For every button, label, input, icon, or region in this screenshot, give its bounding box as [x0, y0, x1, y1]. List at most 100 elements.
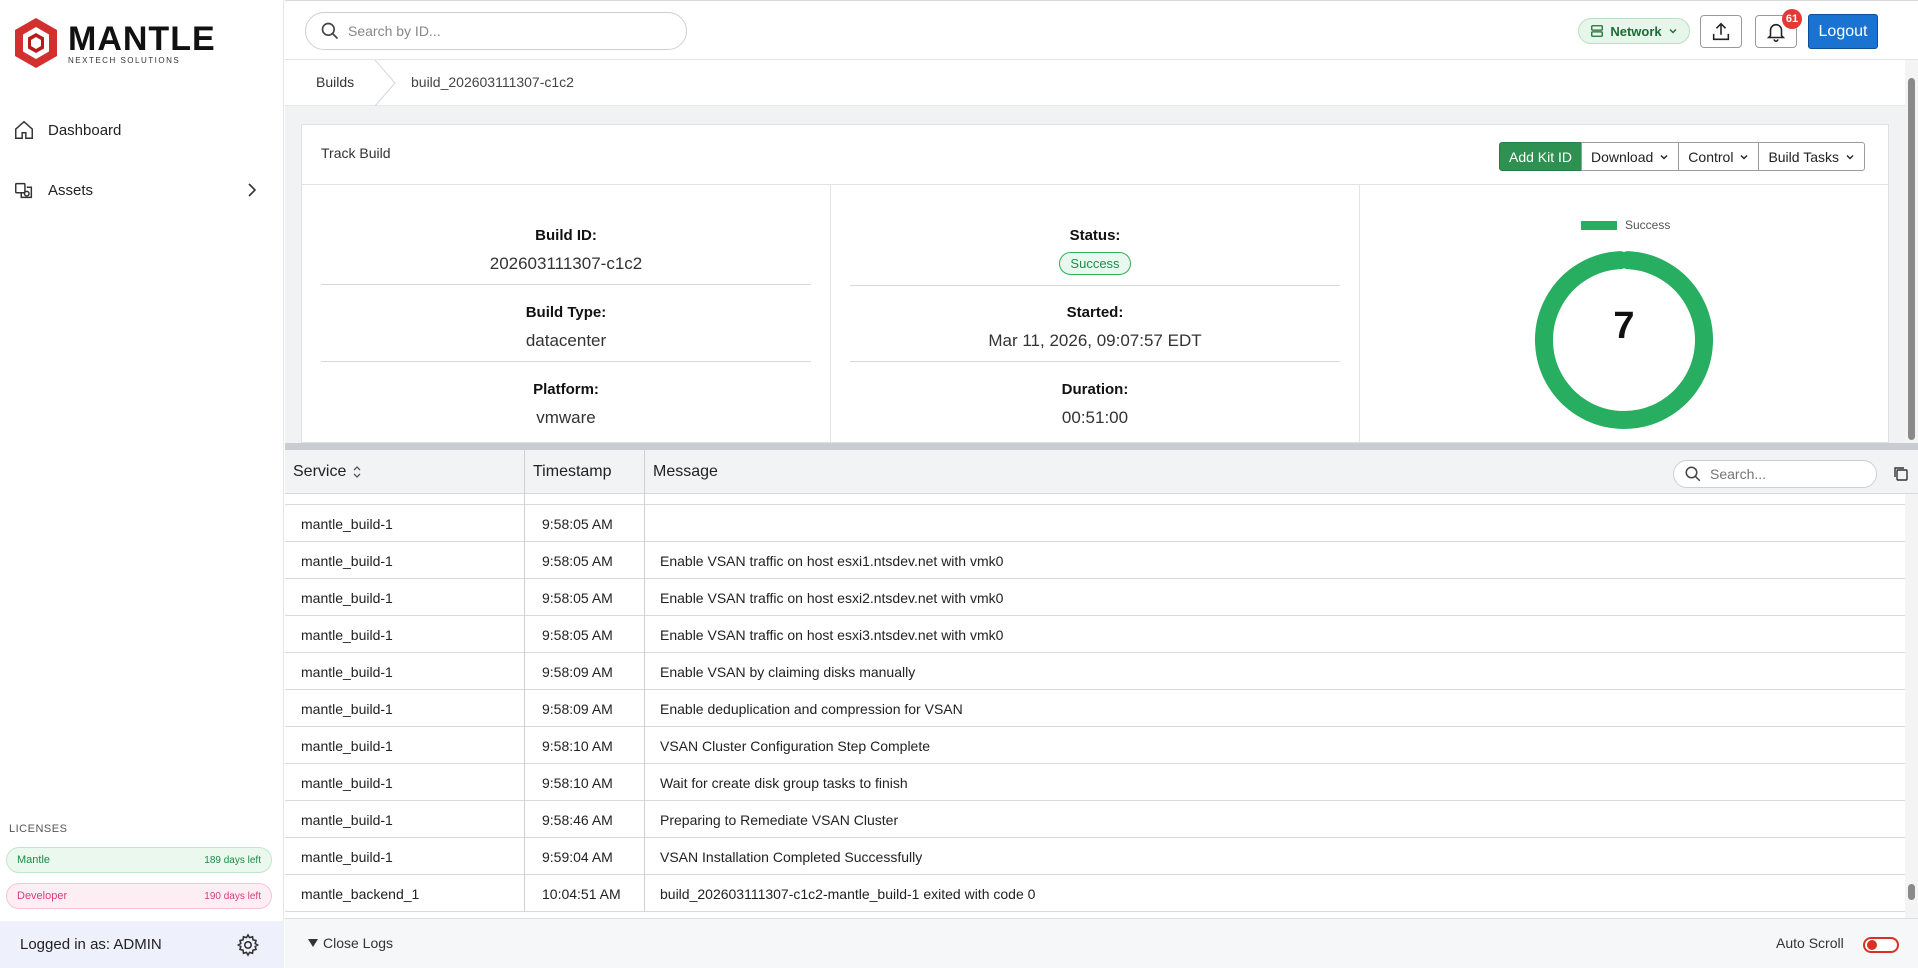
cell-timestamp: [525, 494, 645, 505]
action-button-group: Add Kit ID Download Control Build Tasks: [1499, 142, 1865, 171]
sidebar: MANTLE NEXTECH SOLUTIONS Dashboard Asset…: [0, 0, 284, 968]
status-column: Status: Success Started: Mar 11, 2026, 0…: [831, 185, 1360, 444]
control-label: Control: [1688, 148, 1734, 165]
build-type-value: datacenter: [525, 331, 607, 350]
scrollbar-thumb[interactable]: [1908, 78, 1915, 440]
chevron-down-icon: [1740, 154, 1748, 159]
licenses-heading: LICENSES: [9, 823, 68, 835]
cell-timestamp: 9:59:04 AM: [525, 838, 645, 875]
track-build-card: Track Build Add Kit ID Download Control …: [301, 124, 1889, 444]
cell-timestamp: 10:04:51 AM: [525, 875, 645, 912]
search-icon: [321, 22, 339, 40]
logout-button[interactable]: Logout: [1808, 14, 1878, 49]
download-label: Download: [1591, 148, 1654, 165]
chevron-down-icon: [1846, 154, 1854, 159]
cell-timestamp: 9:58:05 AM: [525, 579, 645, 616]
logs-footer: Close Logs Auto Scroll: [285, 918, 1918, 968]
table-row: mantle_build-1 9:58:05 AM Enable VSAN traf…: [285, 542, 1905, 579]
divider: [321, 361, 811, 362]
task-chart-column: Success 7: [1360, 185, 1888, 444]
sort-icon: [353, 466, 361, 478]
license-days: 189 days left: [204, 854, 261, 866]
search-box[interactable]: [305, 12, 687, 50]
chevron-right-icon[interactable]: [242, 180, 262, 200]
autoscroll-label: Auto Scroll: [1776, 935, 1844, 951]
column-header-timestamp[interactable]: Timestamp: [525, 450, 645, 494]
cell-service: mantle_build-1: [285, 653, 525, 690]
cell-service: mantle_build-1: [285, 764, 525, 801]
started-value: Mar 11, 2026, 09:07:57 EDT: [988, 331, 1202, 350]
sidebar-item-assets[interactable]: Assets: [12, 170, 270, 210]
build-tasks-dropdown[interactable]: Build Tasks: [1758, 142, 1865, 171]
notification-count-badge: 61: [1782, 9, 1802, 29]
duration-value: 00:51:00: [1061, 408, 1129, 427]
cell-message: Enable VSAN traffic on host esxi3.ntsdev…: [660, 626, 1004, 643]
cell-service: mantle_build-1: [285, 616, 525, 653]
control-dropdown[interactable]: Control: [1678, 142, 1760, 171]
logs-table-body[interactable]: mantle_build-1 9:58:05 AM mantle_build-1 9:…: [285, 494, 1905, 918]
sidebar-item-dashboard[interactable]: Dashboard: [12, 110, 270, 150]
cell-service: mantle_build-1: [285, 579, 525, 616]
assets-icon: [12, 178, 36, 202]
started-label: Started:: [1066, 304, 1124, 321]
server-icon: [1591, 25, 1604, 37]
copy-icon[interactable]: [1892, 465, 1910, 483]
close-logs-button[interactable]: Close Logs: [307, 935, 393, 951]
cell-service: mantle_build-1: [285, 838, 525, 875]
status-badge: Success: [1059, 252, 1131, 275]
gear-icon[interactable]: [236, 933, 260, 957]
build-tasks-label: Build Tasks: [1768, 148, 1839, 165]
license-badge-mantle: Mantle 189 days left: [6, 847, 272, 873]
cell-timestamp: 9:58:46 AM: [525, 801, 645, 838]
download-dropdown[interactable]: Download: [1581, 142, 1680, 171]
cell-service: [285, 494, 525, 505]
column-header-label: Message: [653, 463, 718, 480]
duration-field: Duration: 00:51:00: [850, 381, 1340, 428]
mantle-logo-icon: [15, 18, 57, 68]
toggle-knob: [1867, 940, 1877, 950]
cell-message: build_202603111307-c1c2-mantle_build-1 e…: [660, 885, 1036, 902]
autoscroll-toggle[interactable]: [1863, 937, 1899, 953]
upload-button[interactable]: [1700, 15, 1742, 48]
log-search-box[interactable]: [1673, 460, 1877, 488]
chevron-down-icon: [1660, 154, 1668, 159]
page-scrollbar[interactable]: [1905, 60, 1918, 443]
top-bar: Network 61 Logout: [285, 0, 1918, 60]
add-kit-id-button[interactable]: Add Kit ID: [1499, 142, 1583, 171]
cell-message: Enable VSAN by claiming disks manually: [660, 663, 916, 680]
cell-timestamp: 9:58:05 AM: [525, 542, 645, 579]
network-button[interactable]: Network: [1578, 18, 1690, 44]
cell-timestamp: 9:58:10 AM: [525, 727, 645, 764]
logs-resize-handle[interactable]: [285, 443, 1918, 450]
table-row: mantle_build-1 9:58:46 AM Preparing to Rem…: [285, 801, 1905, 838]
sidebar-item-label: Assets: [48, 181, 94, 199]
column-header-message[interactable]: Message: [645, 450, 1545, 494]
divider: [850, 285, 1340, 286]
logs-scrollbar[interactable]: [1905, 494, 1918, 918]
breadcrumb-builds-link[interactable]: Builds: [316, 74, 354, 90]
divider: [321, 284, 811, 285]
breadcrumb-separator-icon: [374, 60, 396, 106]
scrollbar-thumb[interactable]: [1908, 884, 1915, 900]
status-field: Status: Success: [850, 227, 1340, 286]
cell-message: VSAN Cluster Configuration Step Complete: [660, 737, 931, 754]
cell-message: Preparing to Remediate VSAN Cluster: [660, 811, 899, 828]
license-days: 190 days left: [204, 890, 261, 902]
column-header-service[interactable]: Service: [285, 450, 525, 494]
cell-message: [645, 494, 1905, 505]
column-header-label: Timestamp: [533, 463, 612, 480]
build-type-field: Build Type: datacenter: [321, 304, 811, 362]
log-search-input[interactable]: [1710, 466, 1870, 482]
table-row: mantle_build-1 9:58:05 AM Enable VSAN traf…: [285, 579, 1905, 616]
table-row: mantle_build-1 9:58:09 AM Enable deduplica…: [285, 690, 1905, 727]
cell-timestamp: 9:58:10 AM: [525, 764, 645, 801]
table-row: mantle_backend_1 10:04:51 AM build_2026031…: [285, 875, 1905, 912]
platform-field: Platform: vmware: [321, 381, 811, 428]
brand-logo[interactable]: MANTLE NEXTECH SOLUTIONS: [12, 16, 216, 70]
card-title: Track Build: [321, 145, 391, 161]
license-badge-developer: Developer 190 days left: [6, 883, 272, 909]
cell-timestamp: 9:58:09 AM: [525, 653, 645, 690]
status-label: Status:: [1069, 227, 1121, 244]
search-input[interactable]: [348, 23, 668, 39]
cell-service: mantle_build-1: [285, 727, 525, 764]
